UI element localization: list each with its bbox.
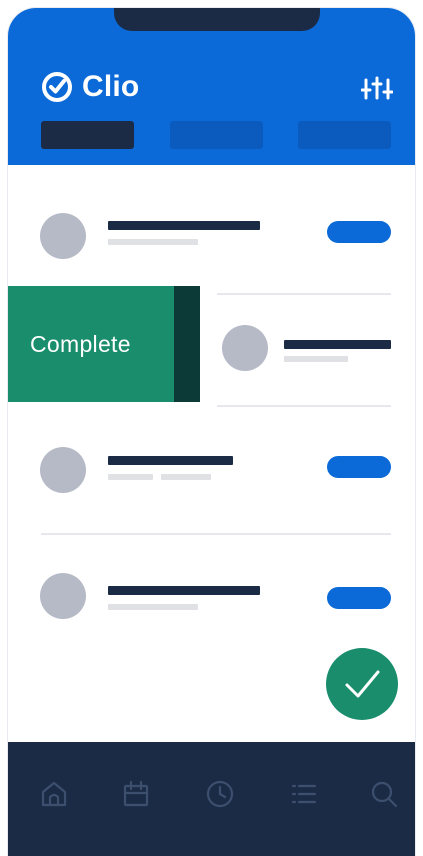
divider	[41, 533, 391, 535]
tab-3[interactable]	[298, 121, 391, 149]
check-circle-icon	[42, 72, 72, 102]
status-pill[interactable]	[327, 221, 391, 243]
divider	[217, 293, 391, 295]
swipe-action-edge	[174, 286, 200, 402]
item-title-placeholder	[108, 586, 260, 595]
phone-notch	[114, 8, 320, 31]
status-pill[interactable]	[327, 456, 391, 478]
bottom-navigation	[8, 742, 415, 856]
clock-icon[interactable]	[204, 778, 236, 810]
clio-logo: Clio	[40, 70, 139, 104]
search-icon[interactable]	[368, 778, 400, 810]
item-subtitle-placeholder	[161, 474, 211, 480]
item-subtitle-placeholder	[108, 604, 198, 610]
home-icon[interactable]	[38, 778, 70, 810]
avatar	[40, 573, 86, 619]
calendar-icon[interactable]	[120, 778, 152, 810]
item-title-placeholder	[284, 340, 391, 349]
tab-2[interactable]	[170, 121, 263, 149]
item-subtitle-placeholder	[108, 474, 153, 480]
avatar	[222, 325, 268, 371]
item-title-placeholder	[108, 221, 260, 230]
complete-swipe-action[interactable]: Complete	[8, 286, 200, 402]
divider	[217, 405, 391, 407]
tab-1[interactable]	[41, 121, 134, 149]
checkmark-icon	[345, 670, 380, 698]
item-subtitle-placeholder	[108, 239, 198, 245]
list-icon[interactable]	[288, 778, 320, 810]
complete-label: Complete	[30, 331, 131, 357]
item-title-placeholder	[108, 456, 233, 465]
item-subtitle-placeholder	[284, 356, 348, 362]
app-brand-name: Clio	[82, 70, 140, 103]
app-header: Clio	[8, 8, 415, 165]
avatar	[40, 213, 86, 259]
avatar	[40, 447, 86, 493]
phone-frame: Clio Complete	[8, 8, 415, 856]
status-pill[interactable]	[327, 587, 391, 609]
complete-fab[interactable]	[326, 648, 398, 720]
filter-sliders-icon[interactable]	[361, 74, 393, 102]
